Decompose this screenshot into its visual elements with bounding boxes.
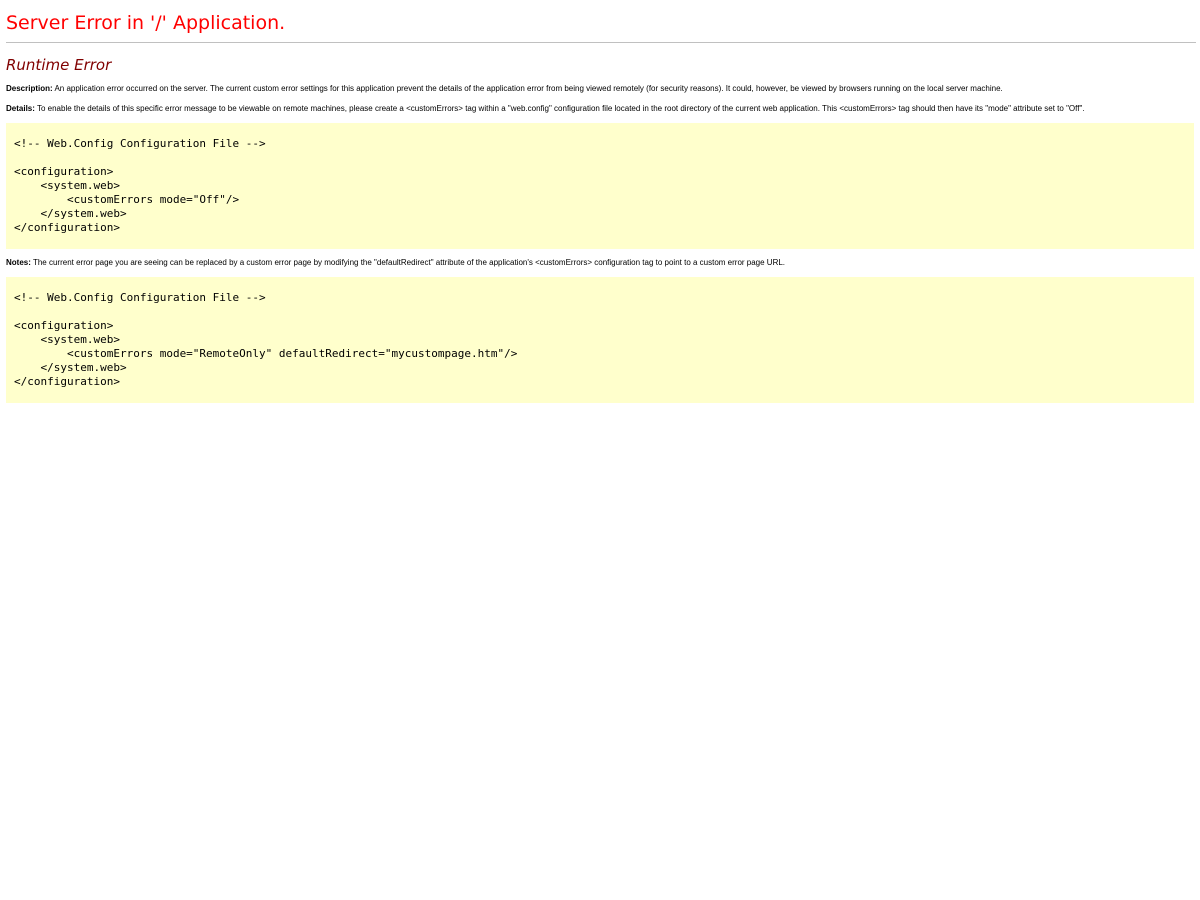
page-title: Server Error in '/' Application. — [6, 12, 286, 34]
error-subtitle: Runtime Error — [6, 56, 112, 74]
description-text: An application error occurred on the ser… — [52, 84, 1003, 93]
config-code-block-remoteonly: <!-- Web.Config Configuration File --> <… — [6, 277, 1194, 403]
title-divider — [6, 42, 1196, 43]
config-code-off: <!-- Web.Config Configuration File --> <… — [14, 137, 266, 234]
details-text: To enable the details of this specific e… — [34, 104, 1085, 113]
notes-paragraph: Notes: The current error page you are se… — [6, 257, 1194, 269]
error-page: Server Error in '/' Application. Runtime… — [0, 0, 1200, 403]
details-label: Details: — [6, 104, 35, 113]
notes-label: Notes: — [6, 258, 31, 267]
notes-text: The current error page you are seeing ca… — [30, 258, 786, 267]
config-code-block-off: <!-- Web.Config Configuration File --> <… — [6, 123, 1194, 249]
config-code-remoteonly: <!-- Web.Config Configuration File --> <… — [14, 291, 518, 388]
description-label: Description: — [6, 84, 53, 93]
details-paragraph: Details: To enable the details of this s… — [6, 103, 1194, 115]
description-paragraph: Description: An application error occurr… — [6, 83, 1194, 95]
